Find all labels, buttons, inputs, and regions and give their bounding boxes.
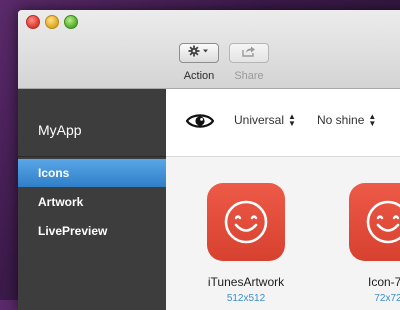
icon-name: iTunesArtwork — [207, 275, 285, 289]
share-label: Share — [234, 70, 264, 82]
app-window: Action Share MyApp Icons Artwork LivePre… — [18, 10, 400, 310]
sidebar-item-artwork[interactable]: Artwork — [18, 188, 166, 216]
app-title: MyApp — [38, 122, 82, 138]
main-content: Universal ▲ ▼ No shine ▲ ▼ iTunesArtwork 5… — [166, 89, 400, 310]
icon-tile[interactable]: iTunesArtwork 512x512 — [196, 183, 296, 304]
action-button[interactable] — [179, 43, 219, 63]
updown-arrows-icon: ▲ ▼ — [368, 112, 377, 128]
sidebar: MyApp Icons Artwork LivePreview — [18, 89, 166, 310]
sidebar-item-livepreview[interactable]: LivePreview — [18, 217, 166, 245]
device-select-value: Universal — [234, 113, 285, 127]
sidebar-item-icons[interactable]: Icons — [18, 159, 166, 187]
smiley-icon — [207, 183, 285, 261]
filter-bar: Universal ▲ ▼ No shine ▲ ▼ — [166, 89, 400, 157]
smiley-icon — [349, 183, 400, 261]
maximize-window-button[interactable] — [64, 15, 78, 29]
sidebar-divider — [18, 156, 166, 157]
icon-size: 512x512 — [226, 293, 266, 304]
icon-name: Icon-72 — [367, 275, 400, 289]
minimize-window-button[interactable] — [45, 15, 59, 29]
shine-select[interactable]: No shine ▲ ▼ — [317, 112, 377, 128]
icon-size: 72x72 — [374, 293, 400, 304]
close-window-button[interactable] — [26, 15, 40, 29]
share-button[interactable] — [229, 43, 269, 63]
eye-icon[interactable] — [185, 112, 215, 135]
device-select[interactable]: Universal ▲ ▼ — [234, 112, 296, 128]
updown-arrows-icon: ▲ ▼ — [288, 112, 296, 128]
title-bar: Action Share — [18, 10, 400, 89]
shine-select-value: No shine — [317, 113, 365, 127]
share-icon — [242, 44, 256, 62]
icon-tile[interactable]: Icon-72 72x72 — [338, 183, 400, 304]
gear-icon — [188, 44, 210, 62]
